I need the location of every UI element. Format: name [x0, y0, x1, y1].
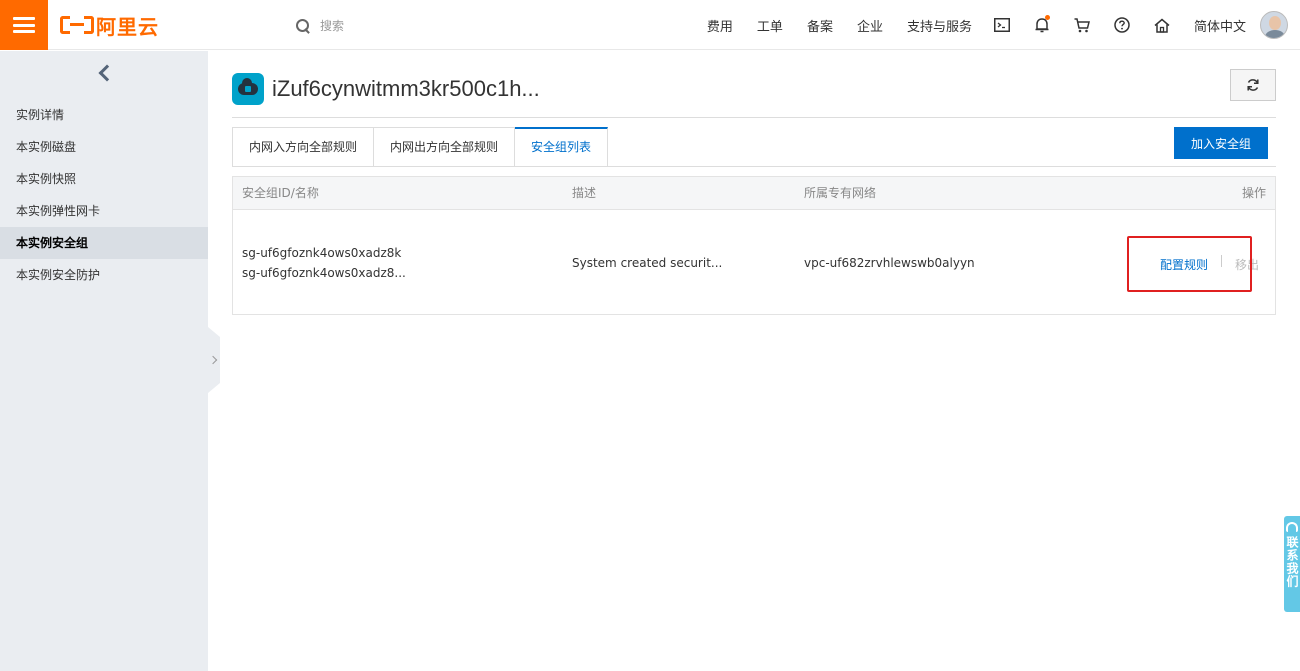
- help-icon[interactable]: [1102, 0, 1142, 50]
- top-nav: 费用 工单 备案 企业 支持与服务 简体中文: [683, 0, 1300, 50]
- column-header-actions: 操作: [1241, 186, 1266, 200]
- column-header-description: 描述: [572, 186, 597, 200]
- tab-outbound-rules[interactable]: 内网出方向全部规则: [374, 127, 516, 167]
- header-divider: [232, 117, 1276, 118]
- column-header-vpc: 所属专有网络: [804, 186, 877, 200]
- nav-tickets[interactable]: 工单: [757, 16, 783, 35]
- bell-icon[interactable]: [1022, 0, 1062, 50]
- brand-name: 阿里云: [96, 14, 159, 39]
- table-header: 安全组ID/名称 描述 所属专有网络 操作: [233, 177, 1275, 210]
- security-group-id[interactable]: sg-uf6gfoznk4ows0xadz8k: [242, 246, 401, 260]
- page-title: iZuf6cynwitmm3kr500c1h...: [272, 76, 540, 101]
- terminal-icon[interactable]: [982, 0, 1022, 50]
- aliyun-logo-icon: [60, 14, 94, 36]
- column-header-id: 安全组ID/名称: [242, 186, 319, 200]
- sidebar-collapse-handle[interactable]: [208, 327, 220, 393]
- nav-billing[interactable]: 费用: [707, 16, 733, 35]
- table-row: sg-uf6gfoznk4ows0xadz8k sg-uf6gfoznk4ows…: [233, 210, 1275, 314]
- security-group-name: sg-uf6gfoznk4ows0xadz8...: [242, 266, 406, 280]
- tab-bar: 内网入方向全部规则 内网出方向全部规则 安全组列表: [232, 127, 609, 167]
- user-avatar[interactable]: [1260, 11, 1288, 39]
- chevron-left-icon: [98, 64, 116, 82]
- search-input[interactable]: [320, 19, 520, 33]
- ecs-instance-icon: [232, 73, 264, 105]
- tab-inbound-rules[interactable]: 内网入方向全部规则: [232, 127, 375, 167]
- refresh-button[interactable]: [1230, 69, 1276, 101]
- sidebar-item-snapshots[interactable]: 本实例快照: [0, 163, 208, 195]
- contact-us-button[interactable]: 联系我们: [1284, 516, 1300, 612]
- sidebar-back-button[interactable]: [0, 51, 208, 95]
- tabs-divider: [232, 166, 1276, 167]
- sidebar: 实例详情 本实例磁盘 本实例快照 本实例弹性网卡 本实例安全组 本实例安全防护: [0, 51, 208, 671]
- notification-dot: [1044, 15, 1050, 20]
- sidebar-item-disks[interactable]: 本实例磁盘: [0, 131, 208, 163]
- menu-icon: [13, 17, 35, 33]
- nav-support[interactable]: 支持与服务: [907, 16, 972, 35]
- cart-icon[interactable]: [1062, 0, 1102, 50]
- sidebar-item-security-groups[interactable]: 本实例安全组: [0, 227, 208, 259]
- refresh-icon: [1247, 79, 1259, 91]
- search-box[interactable]: [296, 16, 520, 36]
- page-header: iZuf6cynwitmm3kr500c1h...: [232, 71, 540, 107]
- hamburger-menu-button[interactable]: [0, 0, 48, 50]
- security-group-description: System created securit...: [572, 256, 723, 270]
- nav-enterprise[interactable]: 企业: [857, 16, 883, 35]
- contact-us-label: 联系我们: [1285, 536, 1299, 588]
- language-selector[interactable]: 简体中文: [1194, 16, 1246, 35]
- chevron-right-icon: [209, 356, 217, 364]
- home-icon[interactable]: [1142, 0, 1182, 50]
- sidebar-item-instance-details[interactable]: 实例详情: [0, 99, 208, 131]
- remove-link[interactable]: 移出: [1235, 256, 1259, 273]
- configure-rules-link[interactable]: 配置规则: [1160, 256, 1208, 273]
- join-security-group-button[interactable]: 加入安全组: [1174, 127, 1268, 159]
- sidebar-item-eni[interactable]: 本实例弹性网卡: [0, 195, 208, 227]
- tab-security-group-list[interactable]: 安全组列表: [515, 127, 609, 167]
- sidebar-item-security-protection[interactable]: 本实例安全防护: [0, 259, 208, 291]
- aliyun-logo[interactable]: 阿里云: [60, 12, 159, 39]
- security-group-vpc[interactable]: vpc-uf682zrvhlewswb0alyyn: [804, 256, 975, 270]
- headset-icon: [1286, 522, 1298, 532]
- top-bar: 阿里云 费用 工单 备案 企业 支持与服务 简体中文: [0, 0, 1300, 50]
- search-icon: [296, 19, 310, 33]
- security-group-table: 安全组ID/名称 描述 所属专有网络 操作 sg-uf6gfoznk4ows0x…: [232, 176, 1276, 315]
- nav-icp[interactable]: 备案: [807, 16, 833, 35]
- action-separator: [1221, 255, 1222, 267]
